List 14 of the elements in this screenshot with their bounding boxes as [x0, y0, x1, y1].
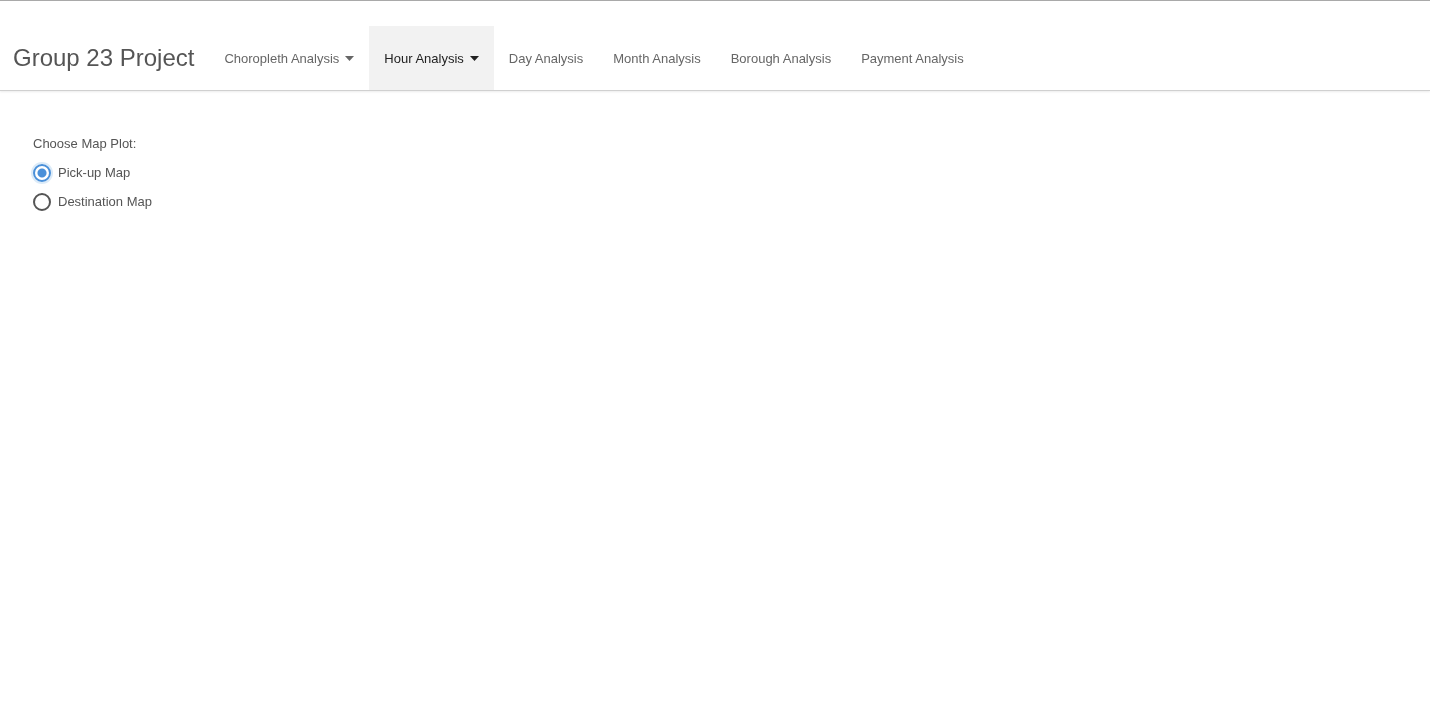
nav-tab[interactable]: Payment Analysis [846, 26, 979, 90]
nav-tab[interactable]: Choropleth Analysis [209, 26, 370, 90]
caret-icon [469, 55, 479, 61]
radio-option[interactable]: Pick-up Map [33, 158, 1397, 187]
radio-button[interactable] [33, 192, 51, 211]
radio-option[interactable]: Destination Map [33, 187, 1397, 216]
field-label: Choose Map Plot: [33, 136, 138, 151]
caret-icon [345, 55, 355, 61]
nav-tab[interactable]: Month Analysis [598, 26, 716, 90]
nav-tab[interactable]: Hour Analysis [369, 26, 494, 90]
nav-tab[interactable]: Borough Analysis [715, 26, 847, 90]
brand-title[interactable]: Group 23 Project [13, 44, 195, 72]
radio-button[interactable] [33, 163, 51, 182]
nav-tab[interactable]: Day Analysis [493, 26, 599, 90]
